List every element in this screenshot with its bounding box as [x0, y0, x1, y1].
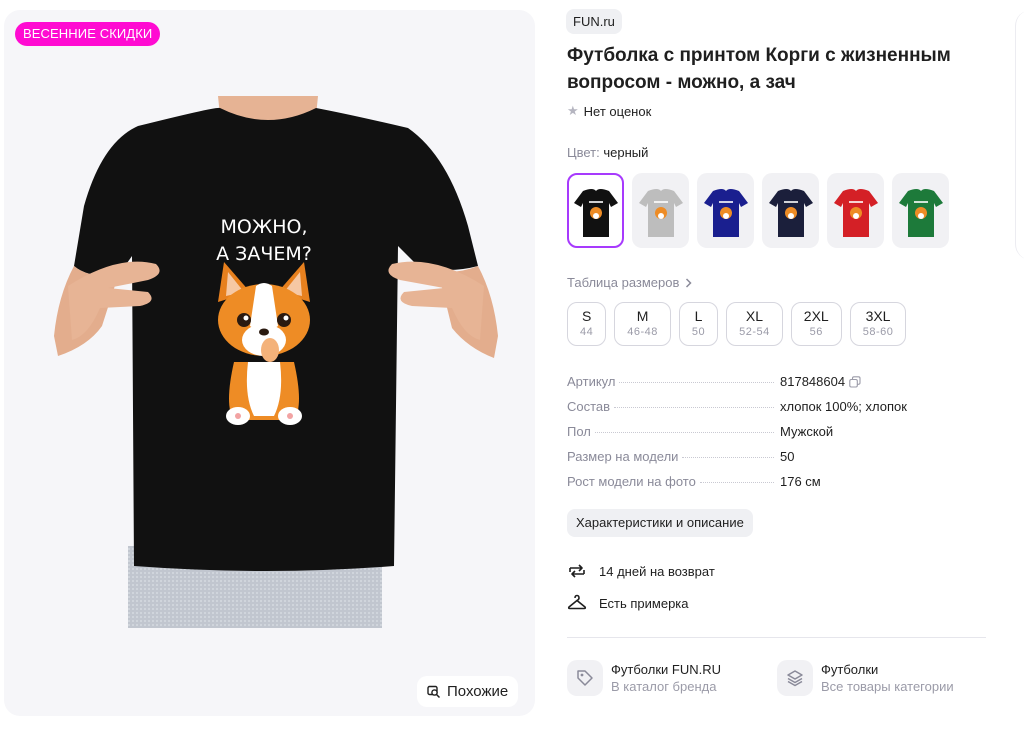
spec-row: Рост модели на фото 176 см — [567, 474, 927, 499]
similar-search-icon — [427, 685, 441, 698]
color-swatch[interactable] — [892, 173, 949, 248]
return-text: 14 дней на возврат — [599, 563, 715, 579]
brand-catalog-link[interactable]: Футболки FUN.RU В каталог бренда — [567, 660, 721, 696]
star-icon: ★ — [567, 103, 579, 118]
spec-row: Состав хлопок 100%; хлопок — [567, 399, 927, 424]
color-label-key: Цвет: — [567, 145, 600, 160]
tshirt-thumbnail-icon — [833, 188, 878, 237]
return-info: 14 дней на возврат — [567, 561, 715, 581]
similar-button[interactable]: Похожие — [417, 676, 519, 707]
spec-value: Мужской — [780, 424, 834, 439]
print-text-line2: А ЗАЧЕМ? — [216, 243, 312, 265]
size-ru: 56 — [809, 326, 823, 338]
size-ru: 58-60 — [862, 326, 894, 338]
spec-row: Размер на модели 50 — [567, 449, 927, 474]
hanger-icon — [567, 594, 587, 610]
chevron-right-icon — [686, 277, 692, 288]
spec-row: Артикул 817848604 — [567, 374, 927, 399]
color-swatch[interactable] — [697, 173, 754, 248]
spec-key: Состав — [567, 399, 611, 414]
corgi-print — [218, 262, 310, 425]
characteristics-button[interactable]: Характеристики и описание — [567, 509, 753, 537]
similar-label: Похожие — [447, 683, 509, 700]
size-option[interactable]: M 46-48 — [614, 302, 671, 346]
product-gallery: ВЕСЕННИЕ СКИДКИ МОЖНО, А ЗАЧЕМ? Похожие — [4, 10, 535, 716]
rating[interactable]: ★ Нет оценок — [567, 103, 651, 119]
size-option[interactable]: L 50 — [678, 302, 719, 346]
category-link[interactable]: Футболки Все товары категории — [777, 660, 954, 696]
tshirt-thumbnail-icon — [638, 188, 683, 237]
size-ru: 46-48 — [627, 326, 658, 338]
brand-catalog-subtitle: В каталог бренда — [611, 679, 717, 694]
spec-value: 50 — [780, 449, 795, 464]
size-name: S — [581, 308, 592, 324]
spec-value: 176 см — [780, 474, 821, 489]
size-name: L — [694, 308, 703, 324]
product-image[interactable]: МОЖНО, А ЗАЧЕМ? — [48, 96, 504, 628]
size-ru: 44 — [580, 326, 594, 338]
color-swatch[interactable] — [762, 173, 819, 248]
copy-icon[interactable] — [849, 375, 861, 388]
size-ru: 52-54 — [739, 326, 770, 338]
size-option[interactable]: S 44 — [567, 302, 607, 346]
size-name: 2XL — [803, 308, 829, 324]
size-name: XL — [745, 308, 764, 324]
product-title: Футболка с принтом Корги с жизненным воп… — [567, 45, 951, 93]
fitting-info: Есть примерка — [567, 593, 689, 613]
tshirt-thumbnail-icon — [898, 188, 943, 237]
spec-key: Артикул — [567, 374, 616, 389]
size-option[interactable]: 2XL 56 — [790, 302, 842, 346]
spec-row: Пол Мужской — [567, 424, 927, 449]
tshirt-thumbnail-icon — [573, 188, 618, 237]
color-swatch[interactable] — [567, 173, 624, 248]
size-option[interactable]: 3XL 58-60 — [849, 302, 907, 346]
tshirt-thumbnail-icon — [703, 188, 748, 237]
spec-key: Пол — [567, 424, 591, 439]
size-table-link[interactable]: Таблица размеров — [567, 275, 692, 290]
fitting-text: Есть примерка — [599, 595, 689, 611]
category-subtitle: Все товары категории — [821, 679, 954, 694]
color-swatches — [567, 173, 949, 248]
specs-list: Артикул 817848604 Состав хлопок 100%; хлопо… — [567, 374, 927, 499]
size-selector: S 44 M 46-48 L 50 XL 52-54 2XL 56 3XL 58-60 — [567, 302, 907, 346]
return-arrows-icon — [569, 564, 585, 578]
tshirt-thumbnail-icon — [768, 188, 813, 237]
spec-key: Рост модели на фото — [567, 474, 696, 489]
category-title: Футболки — [821, 662, 879, 677]
size-name: 3XL — [865, 308, 891, 324]
size-ru: 50 — [691, 326, 706, 338]
size-name: M — [636, 308, 649, 324]
spec-key: Размер на модели — [567, 449, 679, 464]
size-table-label: Таблица размеров — [567, 275, 680, 290]
color-label-value: черный — [603, 145, 649, 160]
print-text-line1: МОЖНО, — [220, 216, 307, 238]
color-label: Цвет: черный — [567, 145, 648, 160]
rating-text: Нет оценок — [583, 103, 652, 119]
layers-icon — [777, 660, 813, 696]
color-swatch[interactable] — [632, 173, 689, 248]
spec-value: 817848604 — [780, 374, 846, 389]
tag-icon — [567, 660, 603, 696]
brand-catalog-title: Футболки FUN.RU — [611, 662, 721, 677]
side-panel-edge — [1015, 10, 1024, 260]
brand-chip[interactable]: FUN.ru — [566, 9, 622, 34]
spec-value: хлопок 100%; хлопок — [780, 399, 907, 414]
size-option[interactable]: XL 52-54 — [726, 302, 783, 346]
divider — [567, 637, 986, 638]
color-swatch[interactable] — [827, 173, 884, 248]
promo-badge[interactable]: ВЕСЕННИЕ СКИДКИ — [15, 22, 161, 46]
